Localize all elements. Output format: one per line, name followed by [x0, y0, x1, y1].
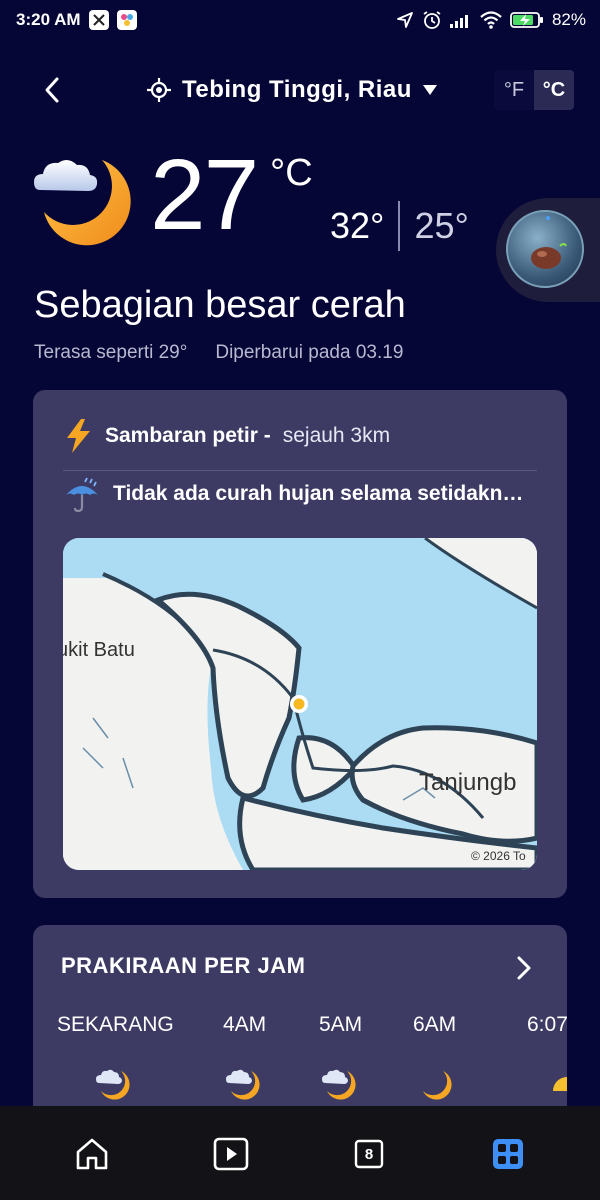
partly-cloudy-night-icon — [322, 1069, 356, 1100]
lightning-title: Sambaran petir - — [105, 424, 271, 447]
chevron-left-icon — [45, 77, 59, 103]
weather-meta: Terasa seperti 29° Diperbarui pada 03.19 — [34, 342, 403, 364]
map-copyright: © 2026 To — [471, 849, 526, 863]
floating-assistant-bubble[interactable] — [496, 198, 600, 302]
apps-grid-icon — [493, 1139, 523, 1169]
wifi-icon — [480, 11, 502, 29]
unit-toggle: °F °C — [494, 70, 574, 110]
play-icon — [213, 1137, 249, 1171]
nav-video-button[interactable] — [211, 1134, 251, 1174]
radar-map[interactable]: ukit Batu Tanjungb © 2026 To — [63, 538, 537, 870]
hourly-forecast-title: PRAKIRAAN PER JAM — [61, 953, 306, 978]
app-notification-icon-2 — [116, 10, 137, 30]
signal-icon — [449, 12, 472, 28]
locate-icon — [147, 78, 171, 102]
lightning-distance: sejauh 3km — [282, 424, 391, 447]
rain-forecast-text: Tidak ada curah hujan selama setidakn… — [113, 482, 524, 505]
weather-condition: Sebagian besar cerah — [34, 284, 406, 326]
status-bar: 3:20 AM 82% — [0, 0, 600, 40]
map-label-left: ukit Batu — [63, 639, 135, 661]
status-left: 3:20 AM — [16, 10, 137, 30]
high-low-temperature: 32° 25° — [330, 200, 469, 252]
partly-cloudy-night-icon — [226, 1069, 260, 1100]
hour-label: 4AM — [223, 1013, 267, 1036]
top-bar: Tebing Tinggi, Riau °F °C — [0, 60, 600, 120]
hour-label: SEKARANG — [57, 1013, 174, 1036]
status-right: 82% — [396, 10, 586, 30]
assistant-orb-icon — [506, 210, 584, 288]
last-updated: Diperbarui pada 03.19 — [215, 342, 404, 363]
location-selector[interactable]: Tebing Tinggi, Riau — [146, 74, 438, 106]
location-name: Tebing Tinggi, Riau — [182, 76, 412, 103]
battery-percent: 82% — [551, 10, 586, 29]
partly-cloudy-night-icon — [34, 159, 131, 246]
chevron-right-icon — [517, 956, 531, 980]
current-temperature: 27 — [150, 139, 259, 251]
hour-label: 6AM — [413, 1013, 457, 1036]
back-button[interactable] — [36, 74, 68, 106]
high-low-divider — [398, 201, 401, 251]
tabs-count: 8 — [364, 1145, 374, 1163]
nav-home-button[interactable] — [72, 1134, 112, 1174]
partly-cloudy-night-icon — [96, 1069, 130, 1100]
nav-tabs-button[interactable]: 8 — [349, 1134, 389, 1174]
hourly-forecast-card[interactable]: PRAKIRAAN PER JAM SEKARANG 4AM 5AM 6AM 6… — [33, 925, 568, 1125]
caret-down-icon — [422, 85, 437, 95]
app-notification-icon — [88, 10, 109, 30]
lightning-alert[interactable]: Sambaran petir - sejauh 3km — [63, 412, 537, 460]
umbrella-rain-icon — [66, 477, 98, 513]
hour-label: 5AM — [319, 1013, 363, 1036]
hour-label: 6:07 — [527, 1013, 568, 1036]
high-temperature: 32° — [330, 205, 385, 246]
alarm-icon — [422, 10, 442, 30]
radar-card[interactable]: Sambaran petir - sejauh 3km Tidak ada cu… — [33, 390, 567, 898]
battery-charging-icon — [510, 11, 544, 29]
low-temperature: 25° — [414, 205, 469, 246]
unit-celsius-button[interactable]: °C — [534, 70, 574, 110]
unit-fahrenheit-button[interactable]: °F — [494, 70, 534, 110]
map-label-right: Tanjungb — [419, 769, 516, 796]
nav-apps-button[interactable] — [488, 1134, 528, 1174]
rain-alert[interactable]: Tidak ada curah hujan selama setidakn… — [63, 474, 537, 514]
navigation-arrow-icon — [396, 11, 414, 29]
hourly-more-button[interactable] — [511, 953, 537, 983]
sunrise-icon — [551, 1077, 567, 1105]
alert-divider — [63, 470, 537, 471]
lightning-icon — [67, 419, 90, 453]
home-icon — [76, 1138, 108, 1170]
moon-icon — [423, 1071, 452, 1100]
bottom-navigation: 8 — [0, 1106, 600, 1200]
feels-like: Terasa seperti 29° — [34, 342, 188, 363]
status-time: 3:20 AM — [16, 10, 81, 29]
temperature-unit: °C — [270, 152, 313, 194]
